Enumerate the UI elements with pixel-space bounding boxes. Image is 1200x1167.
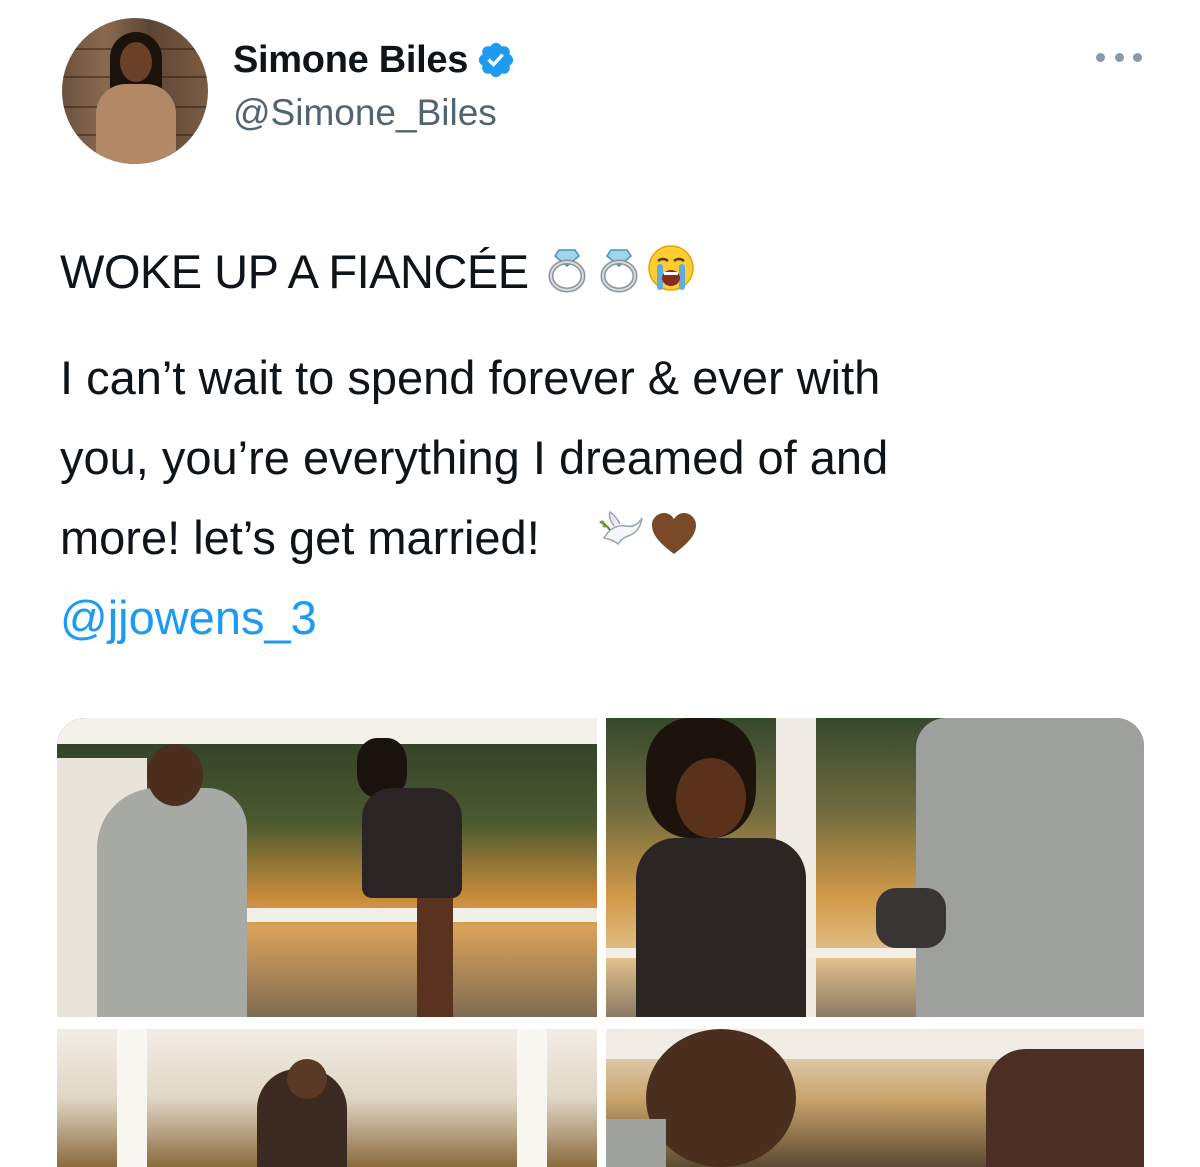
author-handle[interactable]: @Simone_Biles: [233, 92, 497, 134]
dove-icon: [599, 510, 643, 546]
brown-heart-icon: [651, 513, 696, 554]
tweet-headline: WOKE UP A FIANCÉE: [60, 245, 529, 298]
proposal-photo-ring[interactable]: [606, 718, 1144, 1017]
ring-icon: [548, 249, 586, 293]
ring-icon: [600, 249, 638, 293]
loudly-crying-face-icon: [648, 245, 694, 291]
mention-link[interactable]: @jjowens_3: [60, 578, 1170, 658]
more-options-icon[interactable]: [1096, 48, 1142, 66]
verified-badge-icon: [478, 42, 514, 78]
proposal-photo-smile[interactable]: [606, 1029, 1144, 1167]
tweet-headline-line: WOKE UP A FIANCÉE: [60, 232, 1170, 312]
proposal-photo-kneeling[interactable]: [57, 718, 597, 1017]
tweet-card: Simone Biles @Simone_Biles WOKE UP A FIA…: [0, 0, 1200, 1167]
photo-grid: [57, 718, 1144, 1167]
avatar[interactable]: [62, 18, 208, 164]
tweet-body-line: I can’t wait to spend forever & ever wit…: [60, 351, 881, 404]
tweet-text: WOKE UP A FIANCÉE I can’t wait to spend …: [60, 232, 1170, 658]
tweet-body-line: more! let’s get married!: [60, 511, 540, 564]
tweet-body-line: you, you’re everything I dreamed of and: [60, 431, 889, 484]
author-name-row[interactable]: Simone Biles: [233, 36, 516, 84]
author-display-name[interactable]: Simone Biles: [233, 39, 468, 82]
proposal-photo-embrace[interactable]: [57, 1029, 597, 1167]
tweet-body-line-with-emoji: more! let’s get married!: [60, 498, 1170, 578]
